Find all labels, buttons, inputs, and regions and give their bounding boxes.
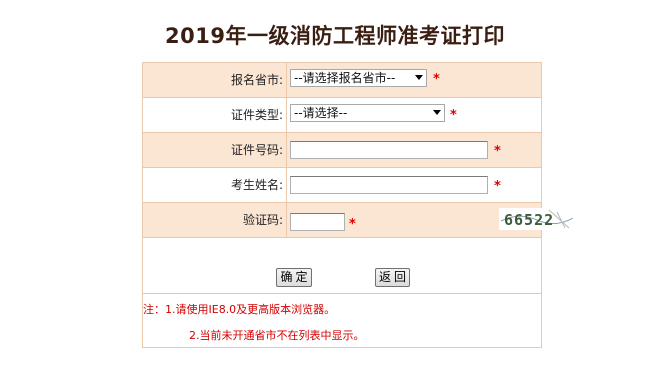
form-row-captcha: 验证码: * 66522 (143, 203, 573, 238)
admission-form: 报名省市: --请选择报名省市-- * 证件类型: --请选择-- * 证件号码… (142, 62, 573, 348)
cert-number-input[interactable] (290, 141, 488, 159)
name-label: 考生姓名: (143, 168, 287, 202)
cert-type-select[interactable]: --请选择-- (290, 104, 445, 122)
chevron-down-icon (415, 75, 423, 80)
captcha-text: 66522 (504, 211, 554, 229)
required-mark: * (433, 72, 440, 87)
required-mark: * (494, 179, 501, 194)
button-row: 确定 返回 (143, 238, 541, 294)
form-row-name: 考生姓名: * (143, 168, 541, 203)
required-mark: * (349, 217, 356, 232)
back-button[interactable]: 返回 (375, 268, 410, 287)
form-row-cert-number: 证件号码: * (143, 133, 541, 168)
captcha-input[interactable] (290, 213, 345, 231)
notes: 注：1.请使用IE8.0及更高版本浏览器。 2.当前未开通省市不在列表中显示。 (143, 295, 541, 347)
name-input[interactable] (290, 176, 488, 194)
province-select[interactable]: --请选择报名省市-- (290, 69, 427, 87)
required-mark: * (494, 144, 501, 159)
page-title: 2019年一级消防工程师准考证打印 (165, 24, 505, 48)
form-row-province: 报名省市: --请选择报名省市-- * (143, 63, 541, 98)
note-line-2: 2.当前未开通省市不在列表中显示。 (189, 329, 365, 342)
form-row-cert-type: 证件类型: --请选择-- * (143, 98, 541, 133)
chevron-down-icon (433, 110, 441, 115)
cert-type-label: 证件类型: (143, 98, 287, 132)
cert-number-label: 证件号码: (143, 133, 287, 167)
confirm-button[interactable]: 确定 (276, 268, 312, 287)
note-line-1: 注：1.请使用IE8.0及更高版本浏览器。 (143, 303, 336, 316)
province-select-value: --请选择报名省市-- (294, 71, 396, 85)
province-label: 报名省市: (143, 63, 287, 97)
required-mark: * (450, 108, 457, 123)
cert-type-select-value: --请选择-- (294, 106, 348, 120)
captcha-label: 验证码: (143, 203, 287, 237)
captcha-image[interactable]: 66522 (499, 208, 573, 230)
